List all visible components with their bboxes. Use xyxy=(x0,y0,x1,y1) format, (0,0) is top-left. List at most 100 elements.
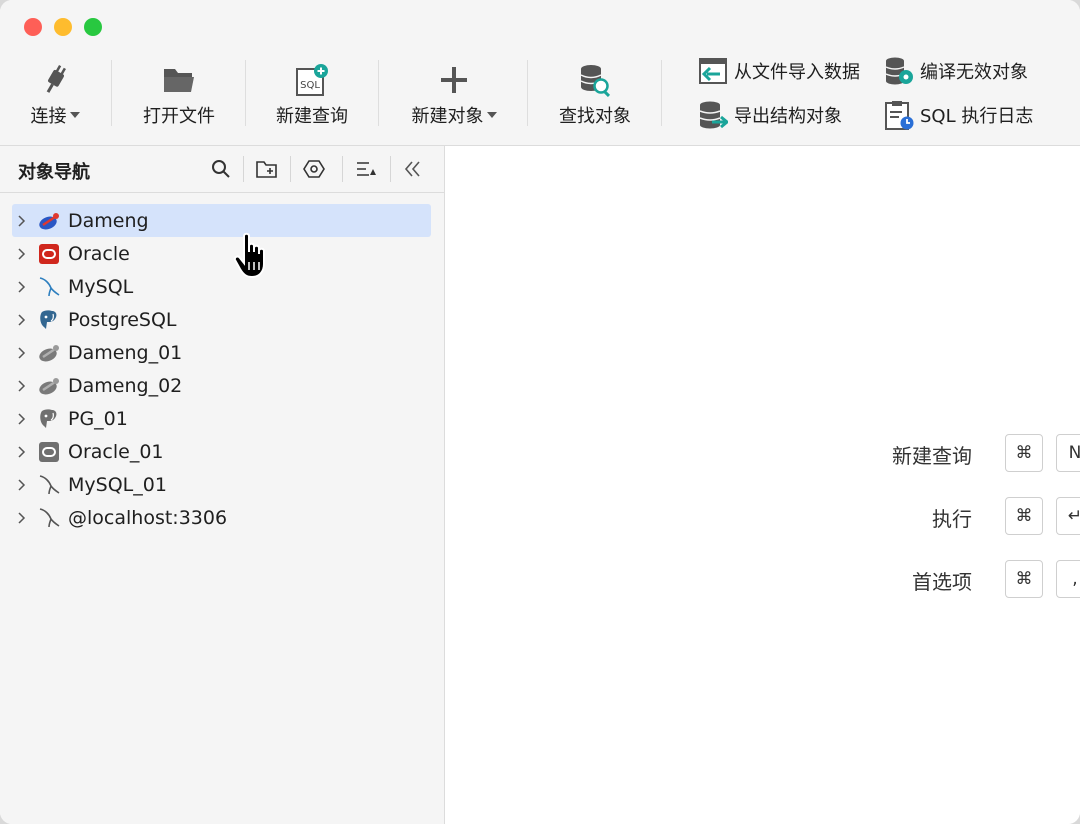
new-query-button[interactable]: SQL 新建查询 xyxy=(269,60,355,132)
tree-item-localhost-3306[interactable]: @localhost:3306 xyxy=(12,501,431,534)
chevron-down-icon xyxy=(486,112,497,118)
command-key: ⌘ xyxy=(1005,560,1043,598)
chevron-right-icon[interactable] xyxy=(12,508,32,528)
tree-item-label: Dameng_02 xyxy=(68,374,183,397)
welcome-area: 新建查询 ⌘ N 执行 ⌘ ↵ 首选项 ⌘ , xyxy=(445,146,1080,824)
sql-badge-text: SQL xyxy=(300,80,320,91)
import-data-label: 从文件导入数据 xyxy=(734,62,860,83)
export-structure-button[interactable]: 导出结构对象 xyxy=(698,100,842,130)
sort-icon[interactable] xyxy=(354,157,378,181)
collapse-panel-icon[interactable] xyxy=(401,157,425,181)
tree-item-label: Oracle xyxy=(68,242,130,265)
tree-item-dameng-01[interactable]: Dameng_01 xyxy=(12,336,431,369)
tree-item-mysql[interactable]: MySQL xyxy=(12,270,431,303)
tree-item-postgresql[interactable]: PostgreSQL xyxy=(12,303,431,336)
window-minimize-button[interactable] xyxy=(54,18,72,36)
open-file-label: 打开文件 xyxy=(143,106,215,127)
import-data-button[interactable]: 从文件导入数据 xyxy=(698,56,860,86)
find-object-label: 查找对象 xyxy=(559,106,631,127)
database-export-icon xyxy=(698,100,728,130)
open-file-button[interactable]: 打开文件 xyxy=(136,60,222,132)
connect-label: 连接 xyxy=(30,106,67,127)
chevron-right-icon[interactable] xyxy=(12,244,32,264)
chevron-right-icon[interactable] xyxy=(12,442,32,462)
shortcut-key: N xyxy=(1056,434,1080,472)
sql-file-add-icon: SQL xyxy=(292,60,332,100)
header-divider xyxy=(290,156,291,182)
search-icon[interactable] xyxy=(209,157,233,181)
tree-item-pg-01[interactable]: PG_01 xyxy=(12,402,431,435)
file-import-icon xyxy=(698,56,728,86)
tree-item-mysql-01[interactable]: MySQL_01 xyxy=(12,468,431,501)
chevron-right-icon[interactable] xyxy=(12,343,32,363)
new-object-button[interactable]: 新建对象 xyxy=(404,60,504,132)
dameng-gray-icon xyxy=(36,373,62,399)
folder-open-icon xyxy=(159,60,199,100)
tree-item-dameng[interactable]: Dameng xyxy=(12,204,431,237)
new-object-label: 新建对象 xyxy=(411,106,484,127)
new-query-label: 新建查询 xyxy=(276,106,348,127)
shortcut-key: ↵ xyxy=(1056,497,1080,535)
dameng-gray-icon xyxy=(36,340,62,366)
filter-settings-icon[interactable] xyxy=(302,157,326,181)
database-gear-icon xyxy=(884,56,914,86)
hand-cursor-icon xyxy=(232,232,278,286)
object-navigator-header: 对象导航 xyxy=(0,146,444,193)
chevron-right-icon[interactable] xyxy=(12,310,32,330)
toolbar-divider xyxy=(661,60,662,126)
app-window: 连接 打开文件 SQL 新建查询 新建对象 查找对象 从文件导入数据 导出结构对… xyxy=(0,0,1080,824)
window-maximize-button[interactable] xyxy=(84,18,102,36)
tree-item-label: PG_01 xyxy=(68,407,128,430)
oracle-gray-icon xyxy=(36,439,62,465)
compile-invalid-button[interactable]: 编译无效对象 xyxy=(884,56,1028,86)
object-navigator-title: 对象导航 xyxy=(18,162,90,183)
tree-item-label: MySQL_01 xyxy=(68,473,167,496)
tree-item-label: Dameng_01 xyxy=(68,341,183,364)
shortcut-label: 首选项 xyxy=(912,570,972,594)
toolbar-divider xyxy=(111,60,112,126)
shortcut-label: 执行 xyxy=(932,507,972,531)
plus-icon xyxy=(434,60,474,100)
shortcut-execute: 执行 ⌘ ↵ xyxy=(445,497,1080,535)
toolbar-divider xyxy=(378,60,379,126)
clipboard-clock-icon xyxy=(884,100,914,130)
database-search-icon xyxy=(575,60,615,100)
command-key: ⌘ xyxy=(1005,497,1043,535)
shortcut-preferences: 首选项 ⌘ , xyxy=(445,560,1080,598)
mysql-gray-icon xyxy=(36,472,62,498)
object-navigator-panel: 对象导航 Dameng Oracle MySQL PostgreSQL Dame… xyxy=(0,146,445,824)
postgresql-gray-icon xyxy=(36,406,62,432)
mysql-icon xyxy=(36,274,62,300)
chevron-right-icon[interactable] xyxy=(12,277,32,297)
sql-log-button[interactable]: SQL 执行日志 xyxy=(884,100,1033,130)
dameng-icon xyxy=(36,208,62,234)
sql-log-label: SQL 执行日志 xyxy=(920,106,1034,127)
tree-item-dameng-02[interactable]: Dameng_02 xyxy=(12,369,431,402)
chevron-down-icon xyxy=(69,112,80,118)
chevron-right-icon[interactable] xyxy=(12,475,32,495)
chevron-right-icon[interactable] xyxy=(12,409,32,429)
compile-invalid-label: 编译无效对象 xyxy=(920,62,1028,83)
chevron-right-icon[interactable] xyxy=(12,211,32,231)
find-object-button[interactable]: 查找对象 xyxy=(552,60,638,132)
tree-item-label: PostgreSQL xyxy=(68,308,177,331)
tree-item-label: Oracle_01 xyxy=(68,440,164,463)
header-divider xyxy=(342,156,343,182)
export-structure-label: 导出结构对象 xyxy=(734,106,842,127)
tree-item-oracle[interactable]: Oracle xyxy=(12,237,431,270)
new-folder-icon[interactable] xyxy=(255,157,279,181)
tree-item-oracle-01[interactable]: Oracle_01 xyxy=(12,435,431,468)
plug-icon xyxy=(35,60,75,100)
tree-item-label: Dameng xyxy=(68,209,149,232)
shortcut-key: , xyxy=(1056,560,1080,598)
header-divider xyxy=(390,156,391,182)
toolbar-divider xyxy=(245,60,246,126)
window-close-button[interactable] xyxy=(24,18,42,36)
tree-item-label: MySQL xyxy=(68,275,134,298)
chevron-right-icon[interactable] xyxy=(12,376,32,396)
postgresql-icon xyxy=(36,307,62,333)
command-key: ⌘ xyxy=(1005,434,1043,472)
tree-item-label: @localhost:3306 xyxy=(68,506,228,529)
mysql-gray-icon xyxy=(36,505,62,531)
connect-button[interactable]: 连接 xyxy=(22,60,88,132)
